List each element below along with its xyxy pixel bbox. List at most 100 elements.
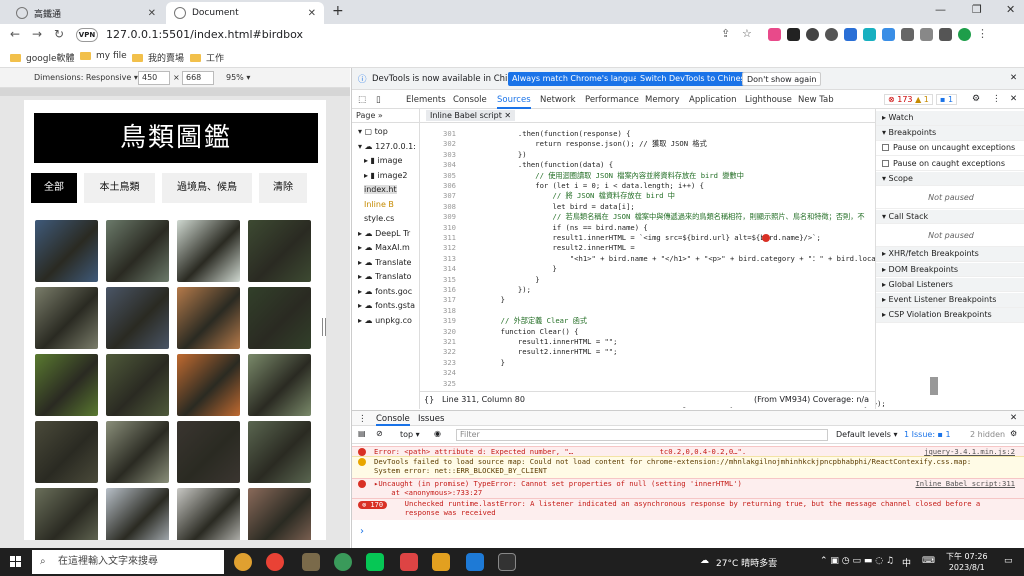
dimensions-select[interactable]: Dimensions: Responsive ▾ [34,73,138,82]
debugger-section[interactable]: ▸ Global Listeners [876,277,1024,293]
bird-photo[interactable] [35,220,98,282]
bird-photo[interactable] [248,354,311,416]
extension-icon[interactable] [882,28,895,41]
tree-item[interactable]: ▸ ☁ fonts.goc [358,287,412,296]
close-tab-icon[interactable]: ✕ [148,8,156,19]
error-marker-icon[interactable] [762,234,770,242]
line-number[interactable]: 306 [420,181,456,190]
bird-photo[interactable] [106,488,169,540]
drawer-tab-console[interactable]: Console [376,414,410,426]
weather-icon[interactable]: ☁ [700,556,709,566]
line-number[interactable]: 307 [420,191,456,200]
tab-application[interactable]: Application [689,95,737,105]
tree-item[interactable]: ▸ ☁ fonts.gsta [358,301,415,310]
line-number[interactable]: 308 [420,202,456,211]
line-number[interactable]: 323 [420,358,456,367]
console-error[interactable]: ▸Uncaught (in promise) TypeError: Cannot… [352,478,1024,498]
terminal-icon[interactable] [498,553,516,571]
new-tab-icon[interactable]: + [332,3,344,19]
maximize-icon[interactable]: ❐ [972,3,982,16]
dismiss-button[interactable]: Don't show again [742,72,822,86]
console-prompt[interactable]: › [360,526,364,537]
switch-language-button[interactable]: Switch DevTools to Chinese [636,72,754,86]
tree-item[interactable]: ▾ ▢ top [358,127,388,136]
line-number[interactable]: 314 [420,264,456,273]
keyboard-icon[interactable]: ⌨ [922,556,935,566]
app-icon[interactable] [334,553,352,571]
tree-item[interactable]: Inline B [364,200,394,209]
debugger-section[interactable]: ▸ DOM Breakpoints [876,262,1024,278]
checkbox-icon[interactable] [882,144,889,152]
tree-item[interactable]: ▸ ☁ Translato [358,272,411,281]
filter-migrant-button[interactable]: 過境鳥、候鳥 [162,173,252,203]
context-select[interactable]: top ▾ [400,430,420,439]
tree-item[interactable]: ▸ ▮ image2 [364,171,408,180]
editor-tab[interactable]: Inline Babel script ✕ [426,110,516,121]
close-devtools-icon[interactable]: ✕ [1010,94,1017,104]
list-icon[interactable] [920,28,933,41]
extension-icon[interactable] [844,28,857,41]
line-number[interactable]: 316 [420,285,456,294]
line-number[interactable]: 324 [420,368,456,377]
menu-icon[interactable]: ⋮ [977,28,990,41]
line-number[interactable]: 322 [420,347,456,356]
height-input[interactable]: 668 [182,71,214,85]
forward-icon[interactable]: → [32,27,42,41]
bird-photo[interactable] [248,421,311,483]
sidebar-toggle-icon[interactable]: ▤ [358,429,366,438]
line-number[interactable]: 317 [420,295,456,304]
bird-photo[interactable] [177,354,240,416]
bird-photo[interactable] [177,488,240,540]
vscode-icon[interactable] [466,553,484,571]
notification-icon[interactable]: ▭ [1004,556,1013,566]
app-icon[interactable] [400,553,418,571]
line-number[interactable]: 325 [420,379,456,388]
sidepanel-icon[interactable] [939,28,952,41]
tree-item[interactable]: ▸ ☁ DeepL Tr [358,229,410,238]
clear-console-icon[interactable]: ⊘ [376,429,383,438]
tab-elements[interactable]: Elements [406,95,446,105]
bookmark-folder[interactable]: google軟體 [10,51,74,64]
log-levels-select[interactable]: Default levels ▾ [836,430,898,439]
browser-tab-2[interactable]: Document ✕ [166,2,324,24]
bird-photo[interactable] [177,287,240,349]
bird-photo[interactable] [248,287,311,349]
filter-local-button[interactable]: 本土鳥類 [84,173,155,203]
bird-photo[interactable] [35,488,98,540]
tab-new-tab[interactable]: New Tab [798,95,834,105]
source-link[interactable]: Inline Babel script:311 [915,479,1015,488]
zoom-select[interactable]: 95% ▾ [226,73,250,82]
format-icon[interactable]: {} [424,395,434,404]
tab-lighthouse[interactable]: Lighthouse [745,95,792,105]
share-icon[interactable]: ⇪ [721,27,730,40]
inspect-icon[interactable]: ⬚ [358,95,366,105]
chrome-icon[interactable] [266,553,284,571]
tab-network[interactable]: Network [540,95,576,105]
line-number[interactable]: 304 [420,160,456,169]
tree-item[interactable]: ▸ ☁ MaxAI.m [358,243,410,252]
gear-icon[interactable]: ⚙ [1010,429,1017,438]
line-number[interactable]: 320 [420,327,456,336]
profile-icon[interactable] [958,28,971,41]
error-count-badge[interactable]: ⊗ 173 ▲ 1 [884,94,933,105]
close-drawer-icon[interactable]: ✕ [1010,413,1017,423]
console-error[interactable]: Error: <path> attribute d: Expected numb… [352,446,1024,456]
tab-memory[interactable]: Memory [645,95,680,105]
bird-photo[interactable] [106,354,169,416]
gear-icon[interactable]: ⚙ [972,94,980,104]
line-number[interactable]: 309 [420,212,456,221]
bird-photo[interactable] [248,220,311,282]
tree-item[interactable]: ▾ ☁ 127.0.0.1: [358,142,416,151]
bookmark-folder[interactable]: 我的賣場 [132,51,184,64]
debugger-section[interactable]: ▸ XHR/fetch Breakpoints [876,247,1024,262]
close-icon[interactable]: ✕ [1010,73,1017,83]
line-number[interactable]: 310 [420,223,456,232]
bookmark-folder[interactable]: 工作 [190,51,224,64]
checkbox-icon[interactable] [882,159,889,167]
line-number[interactable]: 313 [420,254,456,263]
source-link[interactable]: jquery-3.4.1.min.js:2 [924,447,1015,456]
browser-tab-1[interactable]: 高鐵通 ✕ [8,2,164,24]
url-input[interactable]: 127.0.0.1:5501/index.html#birdbox [106,28,303,41]
minimize-icon[interactable]: — [935,3,946,16]
message-count-badge[interactable]: ▪ 1 [936,94,958,105]
